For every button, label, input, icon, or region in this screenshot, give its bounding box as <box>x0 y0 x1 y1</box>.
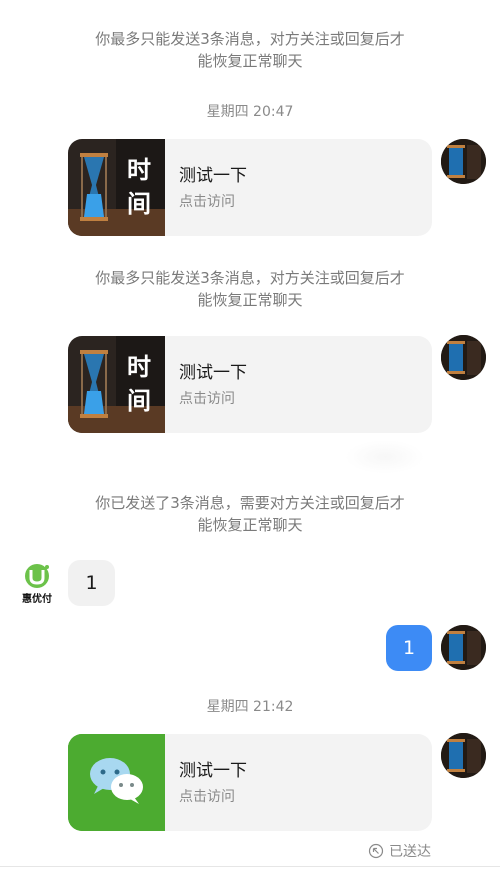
wechat-icon <box>68 734 165 831</box>
card-subtitle: 点击访问 <box>179 789 235 805</box>
thumb-caption: 时间 <box>127 155 151 218</box>
card-thumbnail-hourglass: 时间 <box>68 336 165 433</box>
link-card[interactable]: 测试一下 点击访问 <box>68 734 432 831</box>
my-avatar[interactable] <box>441 139 486 184</box>
link-card[interactable]: 时间 测试一下 点击访问 <box>68 139 432 236</box>
incoming-message-bubble[interactable]: 1 <box>68 560 115 606</box>
contact-brand-text: 惠优付 <box>22 594 52 605</box>
thumb-caption: 时间 <box>127 352 151 415</box>
delivered-icon <box>368 843 384 859</box>
divider <box>0 866 500 867</box>
card-title: 测试一下 <box>179 761 247 781</box>
my-avatar[interactable] <box>441 733 486 778</box>
system-notice: 你最多只能发送3条消息，对方关注或回复后才能恢复正常聊天 <box>95 269 405 309</box>
card-title: 测试一下 <box>179 166 247 186</box>
card-title: 测试一下 <box>179 363 247 383</box>
faded-artifact <box>345 440 425 474</box>
my-avatar[interactable] <box>441 625 486 670</box>
timestamp: 星期四 20:47 <box>206 104 294 120</box>
outgoing-message-bubble[interactable]: 1 <box>386 625 432 671</box>
system-notice: 你最多只能发送3条消息，对方关注或回复后才能恢复正常聊天 <box>95 30 405 70</box>
link-card[interactable]: 时间 测试一下 点击访问 <box>68 336 432 433</box>
my-avatar[interactable] <box>441 335 486 380</box>
system-notice: 你已发送了3条消息，需要对方关注或回复后才能恢复正常聊天 <box>95 494 405 534</box>
timestamp: 星期四 21:42 <box>206 699 294 715</box>
delivery-status-text: 已送达 <box>389 844 431 860</box>
card-subtitle: 点击访问 <box>179 391 235 407</box>
card-thumbnail-hourglass: 时间 <box>68 139 165 236</box>
delivery-status: 已送达 <box>368 841 431 861</box>
card-subtitle: 点击访问 <box>179 194 235 210</box>
contact-avatar[interactable]: 惠优付 <box>16 562 58 605</box>
